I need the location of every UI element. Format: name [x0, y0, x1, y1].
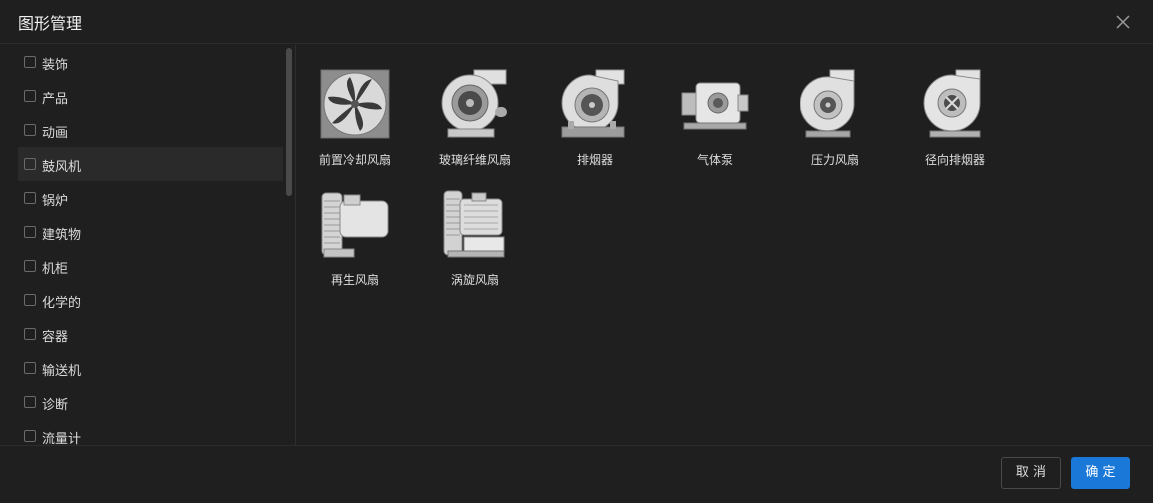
- category-item[interactable]: 机柜: [18, 249, 283, 283]
- pressure-fan-icon: [800, 69, 855, 138]
- category-checkbox[interactable]: [24, 430, 36, 442]
- shape-label: 径向排烟器: [924, 153, 985, 167]
- dialog-title: 图形管理: [18, 14, 83, 33]
- category-checkbox[interactable]: [24, 158, 36, 170]
- category-checkbox[interactable]: [24, 90, 36, 102]
- shape-tile-pressure-fan[interactable]: 压力风扇: [780, 47, 890, 167]
- category-label: 鼓风机: [42, 160, 82, 175]
- category-label: 诊断: [42, 398, 69, 413]
- category-checkbox[interactable]: [24, 192, 36, 204]
- category-label: 流量计: [42, 432, 82, 445]
- shape-label: 再生风扇: [330, 273, 379, 287]
- category-label: 动画: [42, 126, 69, 141]
- category-label: 锅炉: [42, 194, 69, 209]
- category-checkbox[interactable]: [24, 260, 36, 272]
- shape-label: 压力风扇: [810, 153, 859, 167]
- category-checkbox[interactable]: [24, 226, 36, 238]
- close-icon[interactable]: [1113, 12, 1133, 32]
- category-item[interactable]: 化学的: [18, 283, 283, 317]
- category-item-active[interactable]: 鼓风机: [18, 147, 283, 181]
- category-sidebar: 装饰 产品 动画 鼓风机 锅炉 建筑物 机柜 化学的 容器 输送机 诊断 流量计: [0, 45, 296, 445]
- category-label: 容器: [42, 330, 69, 345]
- shape-tile-smoke-exhauster[interactable]: 排烟器: [540, 47, 650, 167]
- category-checkbox[interactable]: [24, 56, 36, 68]
- graphics-manager-dialog: 图形管理 装饰 产品 动画 鼓风机 锅炉 建筑物 机柜 化学的 容器 输送机 诊…: [0, 0, 1153, 503]
- cooling-fan-icon: [320, 69, 390, 139]
- category-item[interactable]: 装饰: [18, 45, 283, 79]
- fiberglass-fan-icon: [441, 69, 507, 138]
- shape-label: 气体泵: [696, 153, 733, 167]
- radial-exhauster-icon: [923, 69, 981, 138]
- category-label: 化学的: [42, 296, 82, 311]
- shape-label: 排烟器: [576, 153, 613, 167]
- dialog-header: 图形管理: [0, 0, 1153, 44]
- category-item[interactable]: 锅炉: [18, 181, 283, 215]
- category-checkbox[interactable]: [24, 294, 36, 306]
- shape-tile-cooling-fan[interactable]: 前置冷却风扇: [300, 47, 410, 167]
- category-checkbox[interactable]: [24, 124, 36, 136]
- shape-label: 玻璃纤维风扇: [438, 153, 511, 167]
- shape-tile-radial-exhauster[interactable]: 径向排烟器: [900, 47, 1010, 167]
- regenerative-blower-icon: [321, 192, 389, 258]
- dialog-footer: 取 消 确 定: [0, 445, 1153, 503]
- shape-tile-fiberglass-fan[interactable]: 玻璃纤维风扇: [420, 47, 530, 167]
- category-label: 机柜: [42, 262, 69, 277]
- category-item[interactable]: 诊断: [18, 385, 283, 419]
- category-item[interactable]: 输送机: [18, 351, 283, 385]
- category-label: 输送机: [42, 364, 82, 379]
- gas-pump-icon: [681, 82, 749, 130]
- vortex-blower-icon: [443, 190, 505, 258]
- category-checkbox[interactable]: [24, 362, 36, 374]
- confirm-button[interactable]: 确 定: [1071, 457, 1130, 489]
- shape-tile-regenerative-blower[interactable]: 再生风扇: [300, 167, 410, 287]
- category-checkbox[interactable]: [24, 396, 36, 408]
- shape-gallery: 前置冷却风扇 玻璃纤维风扇 排烟器 气体泵 压力风扇 径向排烟器 再生风扇 涡旋…: [297, 45, 1153, 445]
- category-item[interactable]: 容器: [18, 317, 283, 351]
- category-item[interactable]: 产品: [18, 79, 283, 113]
- shape-label: 涡旋风扇: [450, 273, 499, 287]
- category-item[interactable]: 建筑物: [18, 215, 283, 249]
- smoke-exhauster-icon: [561, 69, 625, 138]
- shape-tile-gas-pump[interactable]: 气体泵: [660, 47, 770, 167]
- category-label: 建筑物: [42, 228, 82, 243]
- cancel-button[interactable]: 取 消: [1001, 457, 1061, 489]
- sidebar-scrollbar-thumb[interactable]: [286, 48, 292, 196]
- category-label: 装饰: [42, 58, 69, 73]
- category-item[interactable]: 流量计: [18, 419, 283, 445]
- shape-label: 前置冷却风扇: [318, 153, 391, 167]
- category-item[interactable]: 动画: [18, 113, 283, 147]
- category-checkbox[interactable]: [24, 328, 36, 340]
- category-label: 产品: [42, 92, 69, 107]
- shape-tile-vortex-blower[interactable]: 涡旋风扇: [420, 167, 530, 287]
